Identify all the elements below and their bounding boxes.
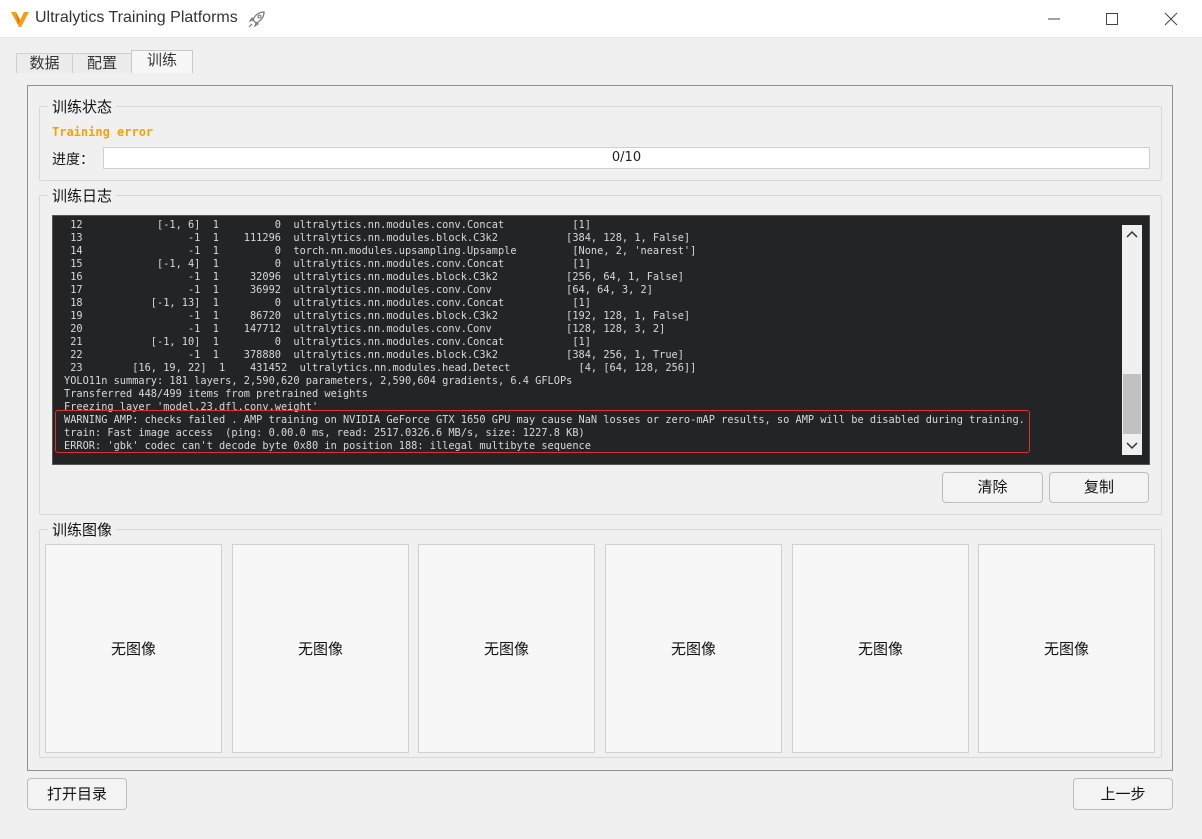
tab-config[interactable]: 配置 <box>72 53 132 73</box>
log-scrollbar[interactable] <box>1122 225 1142 455</box>
error-highlight-box <box>55 410 1030 453</box>
image-slot-1: 无图像 <box>45 544 222 753</box>
minimize-icon <box>1048 18 1060 20</box>
minimize-button[interactable] <box>1026 0 1082 38</box>
log-line: 18 [-1, 13] 1 0 ultralytics.nn.modules.c… <box>64 297 591 309</box>
open-directory-button[interactable]: 打开目录 <box>27 778 127 810</box>
log-line: 16 -1 1 32096 ultralytics.nn.modules.blo… <box>64 271 684 283</box>
log-line: YOLO11n summary: 181 layers, 2,590,620 p… <box>64 375 573 387</box>
chevron-up-icon <box>1126 230 1138 238</box>
close-icon <box>1164 12 1178 26</box>
app-title: Ultralytics Training Platforms <box>35 9 238 26</box>
tab-train[interactable]: 训练 <box>131 50 193 73</box>
training-log-group: 训练日志 12 [-1, 6] 1 0 ultralytics.nn.modul… <box>39 185 1162 515</box>
training-log-title: 训练日志 <box>48 185 117 206</box>
scroll-down-button[interactable] <box>1122 437 1142 455</box>
log-line: 12 [-1, 6] 1 0 ultralytics.nn.modules.co… <box>64 219 591 231</box>
training-images-group: 训练图像 无图像 无图像 无图像 无图像 无图像 无图像 <box>39 519 1162 758</box>
log-line: 14 -1 1 0 torch.nn.modules.upsampling.Up… <box>64 245 697 257</box>
title-bar: Ultralytics Training Platforms <box>0 0 1202 38</box>
clear-button[interactable]: 清除 <box>942 472 1043 503</box>
log-line: 23 [16, 19, 22] 1 431452 ultralytics.nn.… <box>64 362 697 374</box>
log-line: 15 [-1, 4] 1 0 ultralytics.nn.modules.co… <box>64 258 591 270</box>
training-status-group: 训练状态 Training error 进度： 0/10 <box>39 96 1162 181</box>
close-button[interactable] <box>1143 0 1199 38</box>
log-line: 13 -1 1 111296 ultralytics.nn.modules.bl… <box>64 232 691 244</box>
ultralytics-logo-icon <box>11 12 29 27</box>
image-slot-3: 无图像 <box>418 544 595 753</box>
progress-label: 进度： <box>52 152 94 168</box>
chevron-down-icon <box>1126 442 1138 450</box>
training-images-title: 训练图像 <box>48 519 117 540</box>
progress-bar: 0/10 <box>103 147 1150 169</box>
log-output[interactable]: 12 [-1, 6] 1 0 ultralytics.nn.modules.co… <box>52 215 1150 465</box>
image-slot-5: 无图像 <box>792 544 969 753</box>
log-line: Transferred 448/499 items from pretraine… <box>64 388 368 400</box>
copy-button[interactable]: 复制 <box>1049 472 1149 503</box>
train-panel: 训练状态 Training error 进度： 0/10 训练日志 12 [-1… <box>27 85 1173 771</box>
training-status-title: 训练状态 <box>48 96 117 117</box>
log-line: 19 -1 1 86720 ultralytics.nn.modules.blo… <box>64 310 691 322</box>
image-slot-4: 无图像 <box>605 544 782 753</box>
image-slot-6: 无图像 <box>978 544 1155 753</box>
scroll-up-button[interactable] <box>1122 225 1142 243</box>
training-error-text: Training error <box>52 125 154 139</box>
maximize-button[interactable] <box>1084 0 1140 38</box>
scroll-thumb[interactable] <box>1123 374 1141 434</box>
log-line: 22 -1 1 378880 ultralytics.nn.modules.bl… <box>64 349 684 361</box>
maximize-icon <box>1106 13 1118 25</box>
log-line: 21 [-1, 10] 1 0 ultralytics.nn.modules.c… <box>64 336 591 348</box>
image-slot-2: 无图像 <box>232 544 409 753</box>
progress-text: 0/10 <box>611 150 642 165</box>
log-line: 17 -1 1 36992 ultralytics.nn.modules.con… <box>64 284 653 296</box>
rocket-icon <box>248 11 265 28</box>
tab-data[interactable]: 数据 <box>16 53 73 73</box>
previous-step-button[interactable]: 上一步 <box>1073 778 1173 810</box>
log-line: 20 -1 1 147712 ultralytics.nn.modules.co… <box>64 323 666 335</box>
